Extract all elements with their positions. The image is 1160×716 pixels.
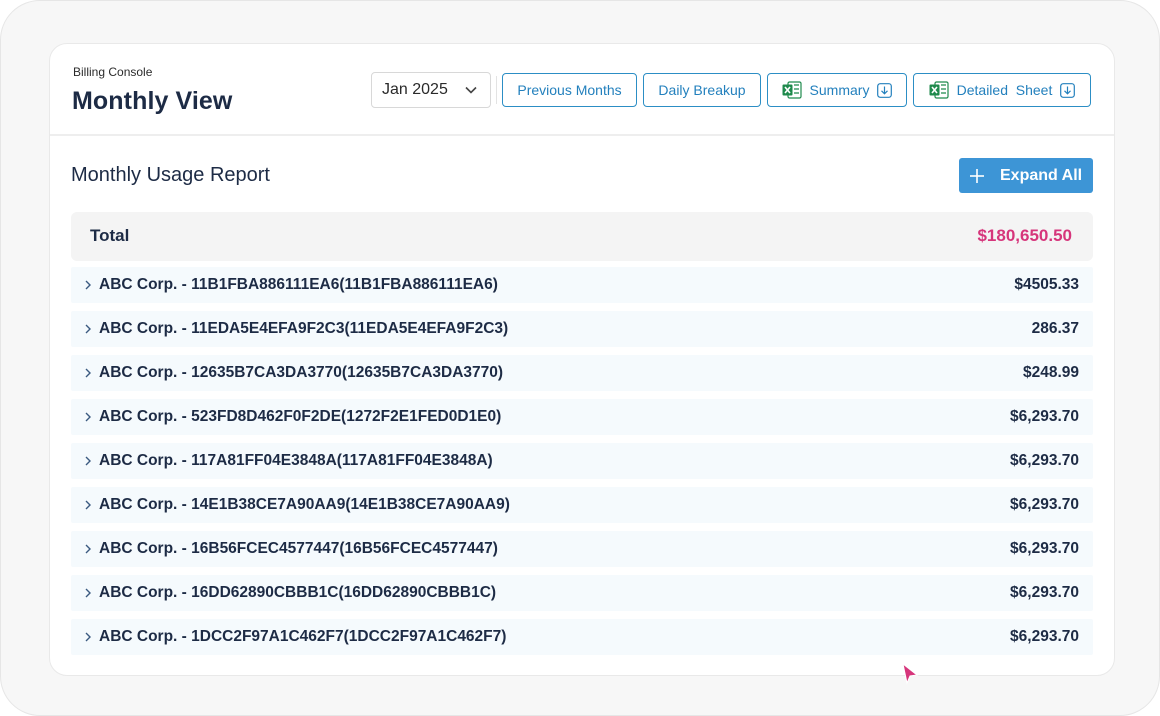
- detailed-sheet-download-button[interactable]: Detailed Sheet: [913, 73, 1091, 107]
- detailed-sheet-label: Detailed Sheet: [956, 82, 1053, 98]
- usage-row-amount: $6,293.70: [1010, 628, 1079, 645]
- plus-icon: [970, 168, 984, 183]
- usage-row-name: ABC Corp. - 16B56FCEC4577447(16B56FCEC45…: [99, 540, 498, 557]
- usage-row-amount: $6,293.70: [1010, 584, 1079, 601]
- usage-row-amount: 286.37: [1031, 320, 1079, 337]
- usage-list: ABC Corp. - 11B1FBA886111EA6(11B1FBA8861…: [71, 267, 1093, 663]
- usage-row-name: ABC Corp. - 523FD8D462F0F2DE(1272F2E1FED…: [99, 408, 502, 425]
- previous-months-button[interactable]: Previous Months: [502, 73, 637, 107]
- usage-row[interactable]: ABC Corp. - 11B1FBA886111EA6(11B1FBA8861…: [71, 267, 1093, 303]
- expand-all-button[interactable]: Expand All: [959, 158, 1093, 193]
- total-row: Total $180,650.50: [71, 212, 1093, 261]
- usage-row-name: ABC Corp. - 1DCC2F97A1C462F7(1DCC2F97A1C…: [99, 628, 507, 645]
- expand-all-label: Expand All: [1000, 166, 1083, 184]
- usage-row[interactable]: ABC Corp. - 14E1B38CE7A90AA9(14E1B38CE7A…: [71, 487, 1093, 523]
- usage-row[interactable]: ABC Corp. - 16B56FCEC4577447(16B56FCEC45…: [71, 531, 1093, 567]
- download-icon: [1060, 82, 1076, 98]
- usage-row[interactable]: ABC Corp. - 16DD62890CBBB1C(16DD62890CBB…: [71, 575, 1093, 611]
- total-label: Total: [90, 226, 130, 245]
- chevron-right-icon: [85, 500, 91, 510]
- excel-icon: [929, 81, 949, 99]
- previous-months-label: Previous Months: [517, 82, 622, 98]
- month-select[interactable]: Jan 2025: [371, 72, 491, 108]
- billing-card: Billing Console Monthly View Jan 2025 Pr…: [49, 43, 1115, 676]
- usage-row-name: ABC Corp. - 11EDA5E4EFA9F2C3(11EDA5E4EFA…: [99, 320, 509, 337]
- usage-row-name: ABC Corp. - 117A81FF04E3848A(117A81FF04E…: [99, 452, 493, 469]
- usage-row-amount: $6,293.70: [1010, 452, 1079, 469]
- summary-download-button[interactable]: Summary: [767, 73, 907, 107]
- usage-row[interactable]: ABC Corp. - 117A81FF04E3848A(117A81FF04E…: [71, 443, 1093, 479]
- mouse-cursor-icon: [902, 663, 919, 685]
- chevron-right-icon: [85, 280, 91, 290]
- usage-row-amount: $248.99: [1022, 364, 1079, 381]
- report-title: Monthly Usage Report: [71, 164, 270, 186]
- usage-row[interactable]: ABC Corp. - 11EDA5E4EFA9F2C3(11EDA5E4EFA…: [71, 311, 1093, 347]
- chevron-right-icon: [85, 544, 91, 554]
- chevron-right-icon: [85, 324, 91, 334]
- usage-row-name: ABC Corp. - 12635B7CA3DA3770(12635B7CA3D…: [99, 364, 504, 381]
- chevron-right-icon: [85, 412, 91, 422]
- usage-row-name: ABC Corp. - 14E1B38CE7A90AA9(14E1B38CE7A…: [99, 496, 510, 513]
- page-header: Billing Console Monthly View Jan 2025 Pr…: [50, 44, 1114, 136]
- usage-row[interactable]: ABC Corp. - 12635B7CA3DA3770(12635B7CA3D…: [71, 355, 1093, 391]
- usage-row-amount: $6,293.70: [1010, 540, 1079, 557]
- usage-row[interactable]: ABC Corp. - 523FD8D462F0F2DE(1272F2E1FED…: [71, 399, 1093, 435]
- chevron-right-icon: [85, 368, 91, 378]
- month-select-value: Jan 2025: [382, 81, 448, 98]
- usage-row[interactable]: ABC Corp. - 1DCC2F97A1C462F7(1DCC2F97A1C…: [71, 619, 1093, 655]
- chevron-down-icon: [465, 86, 477, 94]
- usage-row-amount: $6,293.70: [1010, 408, 1079, 425]
- chevron-right-icon: [85, 588, 91, 598]
- toolbar-divider: [496, 76, 497, 104]
- chevron-right-icon: [85, 456, 91, 466]
- usage-row-name: ABC Corp. - 11B1FBA886111EA6(11B1FBA8861…: [99, 276, 498, 293]
- chevron-right-icon: [85, 632, 91, 642]
- summary-label: Summary: [809, 82, 870, 98]
- app-frame: Billing Console Monthly View Jan 2025 Pr…: [0, 0, 1160, 716]
- usage-row-amount: $6,293.70: [1010, 496, 1079, 513]
- usage-row-amount: $4505.33: [1014, 276, 1079, 293]
- download-icon: [877, 82, 893, 98]
- breadcrumb: Billing Console: [73, 65, 153, 79]
- daily-breakup-label: Daily Breakup: [658, 82, 746, 98]
- usage-row-name: ABC Corp. - 16DD62890CBBB1C(16DD62890CBB…: [99, 584, 497, 601]
- total-amount: $180,650.50: [977, 226, 1072, 245]
- page-title: Monthly View: [72, 87, 233, 115]
- excel-icon: [782, 81, 802, 99]
- daily-breakup-button[interactable]: Daily Breakup: [643, 73, 761, 107]
